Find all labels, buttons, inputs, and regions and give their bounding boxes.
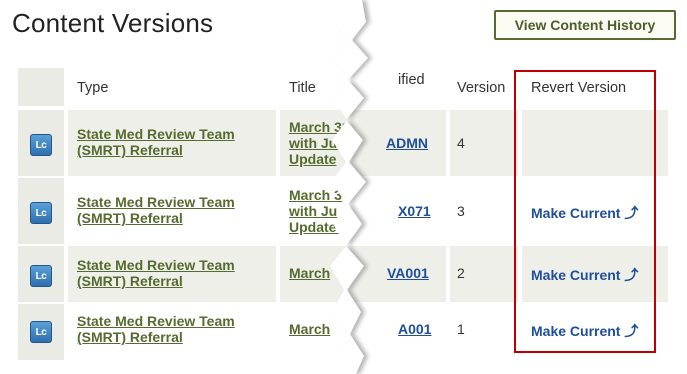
revert-version-highlight bbox=[514, 70, 656, 353]
